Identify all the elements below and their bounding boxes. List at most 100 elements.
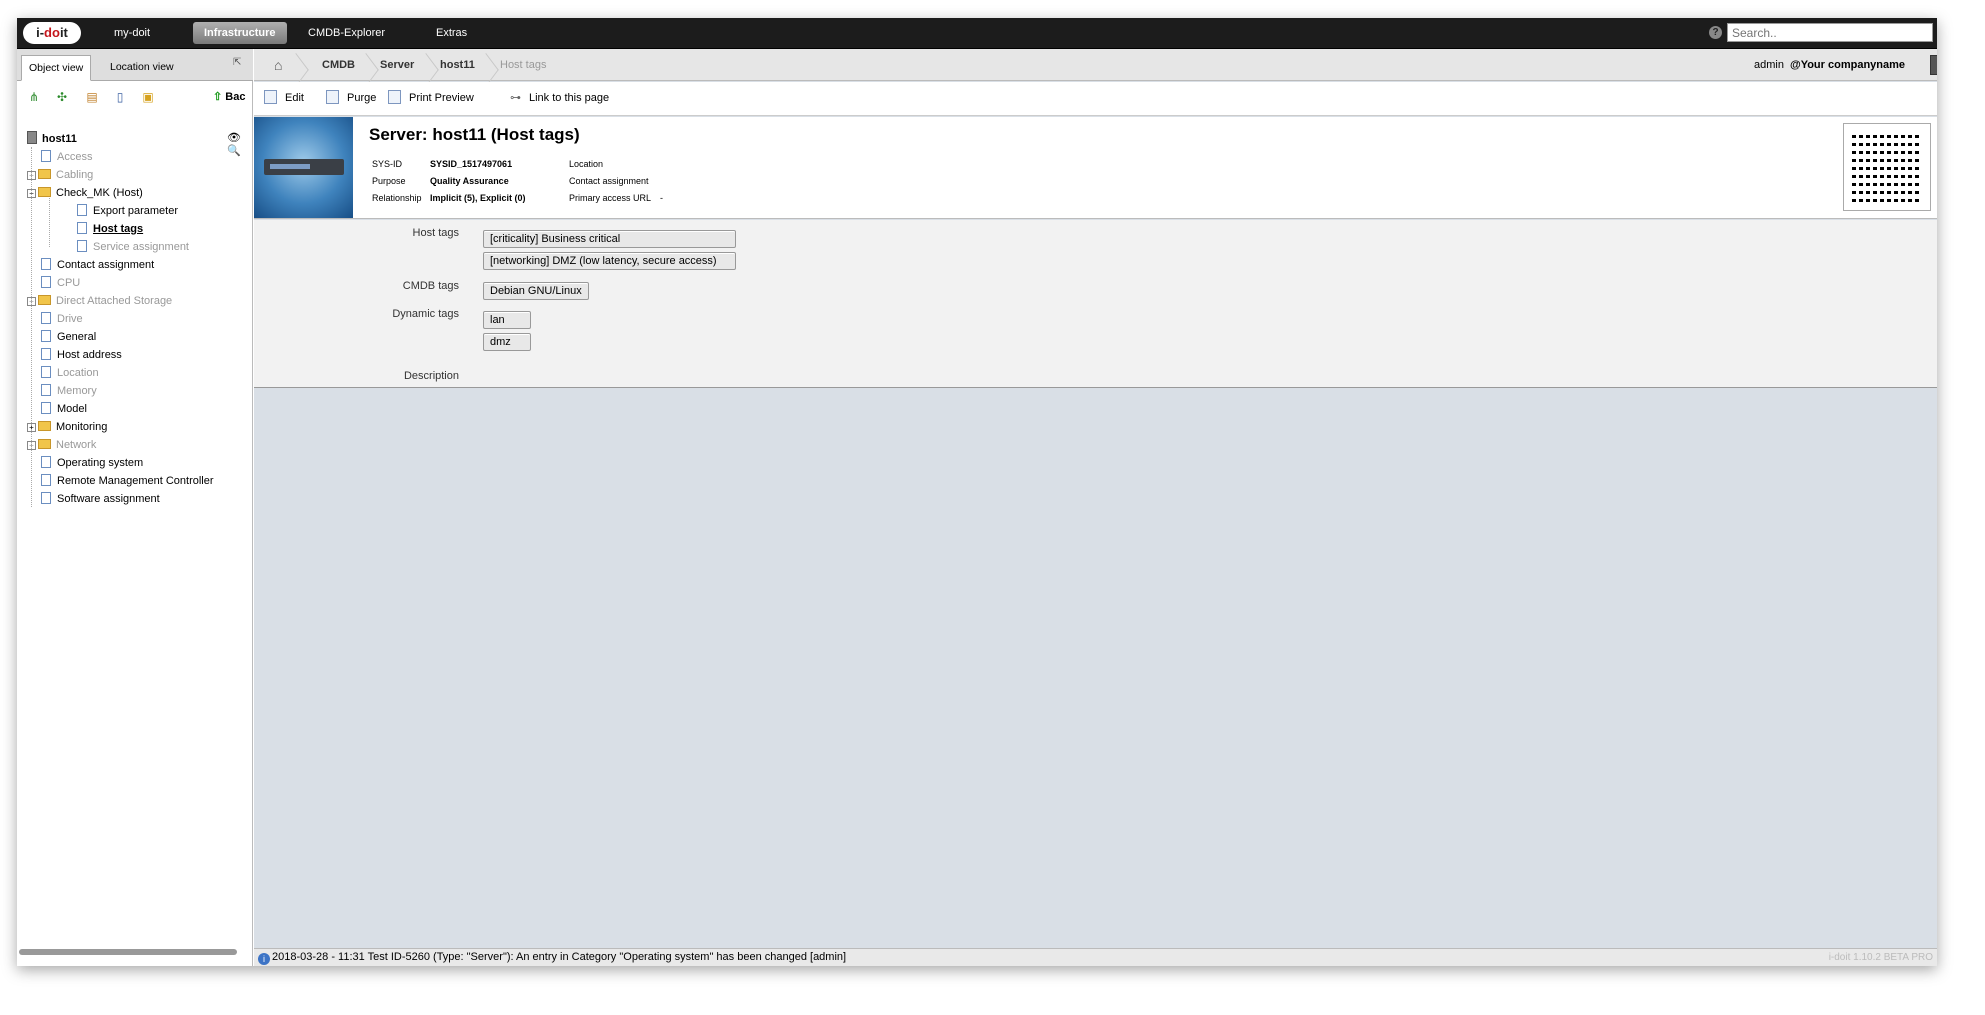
app-window: i-doit my-doit Infrastructure CMDB-Explo… [17, 18, 1937, 966]
tree-item-label: Software assignment [57, 493, 160, 505]
object-header: Server: host11 (Host tags) SYS-ID SYSID_… [254, 117, 1937, 219]
tree-item[interactable]: Contact assignment [27, 257, 154, 274]
expand-icon[interactable]: + [27, 171, 36, 180]
back-button[interactable]: ⇧ Bac [213, 90, 245, 103]
up-arrow-icon: ⇧ [213, 91, 223, 103]
cmdb-tag[interactable]: Debian GNU/Linux [483, 282, 589, 300]
tree-item-label: Network [56, 439, 97, 451]
purpose-label: Purpose [372, 176, 406, 186]
tree-item[interactable]: Remote Management Controller [27, 473, 214, 490]
tree-item-label: Memory [57, 385, 97, 397]
tab-object-view[interactable]: Object view [21, 55, 92, 81]
tree-item[interactable]: Host tags [63, 221, 143, 238]
nav-my-doit[interactable]: my-doit [103, 22, 161, 44]
tree-item[interactable]: Operating system [27, 455, 143, 472]
expand-icon[interactable]: + [27, 423, 36, 432]
page-icon [77, 222, 87, 234]
folder-icon [38, 421, 51, 431]
location-label: Location [569, 159, 604, 169]
page-icon [41, 456, 51, 468]
tree-item-label: Model [57, 403, 87, 415]
tree-item[interactable]: + Cabling [27, 167, 93, 184]
avatar[interactable] [1930, 55, 1937, 75]
link-to-page-button[interactable]: ⊶ Link to this page [510, 82, 609, 114]
folder-icon [38, 295, 51, 305]
page-icon [77, 204, 87, 216]
home-icon[interactable]: ⌂ [274, 49, 282, 81]
status-message: 2018-03-28 - 11:31 Test ID-5260 (Type: "… [272, 951, 847, 963]
expand-icon[interactable]: + [27, 441, 36, 450]
tree-item-label: Cabling [56, 169, 94, 181]
nav-cmdb-explorer[interactable]: CMDB-Explorer [297, 22, 396, 44]
book-icon[interactable]: ▯ [113, 90, 127, 104]
tree-item[interactable]: Export parameter [63, 203, 178, 220]
tree-item-label: Direct Attached Storage [56, 295, 173, 307]
popout-icon[interactable]: ⇱ [233, 57, 241, 68]
tree-item-label: CPU [57, 277, 81, 289]
tree-item[interactable]: CPU [27, 275, 80, 292]
i-doit-logo[interactable]: i-doit [23, 22, 81, 44]
tree-item[interactable]: Access [27, 149, 92, 166]
nav-extras[interactable]: Extras [425, 22, 478, 44]
nav-infrastructure[interactable]: Infrastructure [193, 22, 287, 44]
tab-location-view[interactable]: Location view [103, 55, 181, 81]
help-icon[interactable]: ? [1709, 26, 1722, 39]
purge-button[interactable]: Purge [326, 82, 376, 114]
dynamic-tag[interactable]: dmz [483, 333, 531, 351]
tree-item[interactable]: Software assignment [27, 491, 160, 508]
tree-item-label: Host address [57, 349, 122, 361]
qr-code[interactable] [1843, 123, 1931, 211]
dynamic-tags-label: Dynamic tags [392, 308, 459, 320]
collapse-icon[interactable]: − [27, 189, 36, 198]
url-value: - [660, 193, 663, 203]
tree-item[interactable]: Host address [27, 347, 122, 364]
sidebar-tabs: Object view Location view ⇱ [17, 49, 253, 81]
print-preview-button[interactable]: Print Preview [388, 82, 474, 114]
user-info[interactable]: admin @Your companyname [1754, 49, 1905, 81]
tree-item[interactable]: Service assignment [63, 239, 189, 256]
page-icon [41, 474, 51, 486]
action-bar: Edit Purge Print Preview ⊶ Link to this p… [254, 82, 1937, 116]
printer-icon [388, 90, 401, 104]
horizontal-scrollbar[interactable] [19, 949, 237, 955]
page-icon [41, 312, 51, 324]
tree-item-label: Remote Management Controller [57, 475, 214, 487]
page-icon [41, 348, 51, 360]
tree-structure-icon[interactable]: ⋔ [27, 90, 41, 104]
list-icon[interactable]: ▤ [85, 90, 99, 104]
host-tag[interactable]: [criticality] Business critical [483, 230, 736, 248]
view-icons[interactable]: 👁 🔍 [227, 131, 253, 157]
tree-root-object[interactable]: host11 [27, 131, 77, 148]
folder-icon [38, 187, 51, 197]
host-tags-label: Host tags [412, 227, 459, 239]
breadcrumb-host-tags: Host tags [500, 59, 547, 71]
server-image [254, 117, 353, 218]
expand-all-icon[interactable]: ✣ [55, 90, 69, 104]
host-tag[interactable]: [networking] DMZ (low latency, secure ac… [483, 252, 736, 270]
tree-item[interactable]: − Check_MK (Host) [27, 185, 143, 202]
purpose-value: Quality Assurance [430, 176, 509, 186]
breadcrumb-server[interactable]: Server [380, 49, 414, 81]
tree-item[interactable]: General [27, 329, 96, 346]
contact-label: Contact assignment [569, 176, 649, 186]
breadcrumb-host11[interactable]: host11 [440, 49, 475, 81]
tree-item[interactable]: Model [27, 401, 87, 418]
dynamic-tag[interactable]: lan [483, 311, 531, 329]
breadcrumb-cmdb[interactable]: CMDB [322, 49, 355, 81]
tree-item[interactable]: + Direct Attached Storage [27, 293, 172, 310]
tree-item-label: Contact assignment [57, 259, 155, 271]
expand-icon[interactable]: + [27, 297, 36, 306]
purge-icon [326, 90, 339, 104]
lock-icon[interactable]: ▣ [141, 90, 155, 104]
tree-item[interactable]: + Monitoring [27, 419, 107, 436]
sysid-label: SYS-ID [372, 159, 403, 169]
tree-item[interactable]: + Network [27, 437, 96, 454]
search-input[interactable] [1727, 23, 1933, 42]
tree-item[interactable]: Location [27, 365, 99, 382]
edit-button[interactable]: Edit [264, 82, 304, 114]
tree-item-label: Export parameter [93, 205, 178, 217]
tree-item-label: Monitoring [56, 421, 108, 433]
page-icon [41, 492, 51, 504]
tree-item[interactable]: Memory [27, 383, 97, 400]
tree-item[interactable]: Drive [27, 311, 83, 328]
